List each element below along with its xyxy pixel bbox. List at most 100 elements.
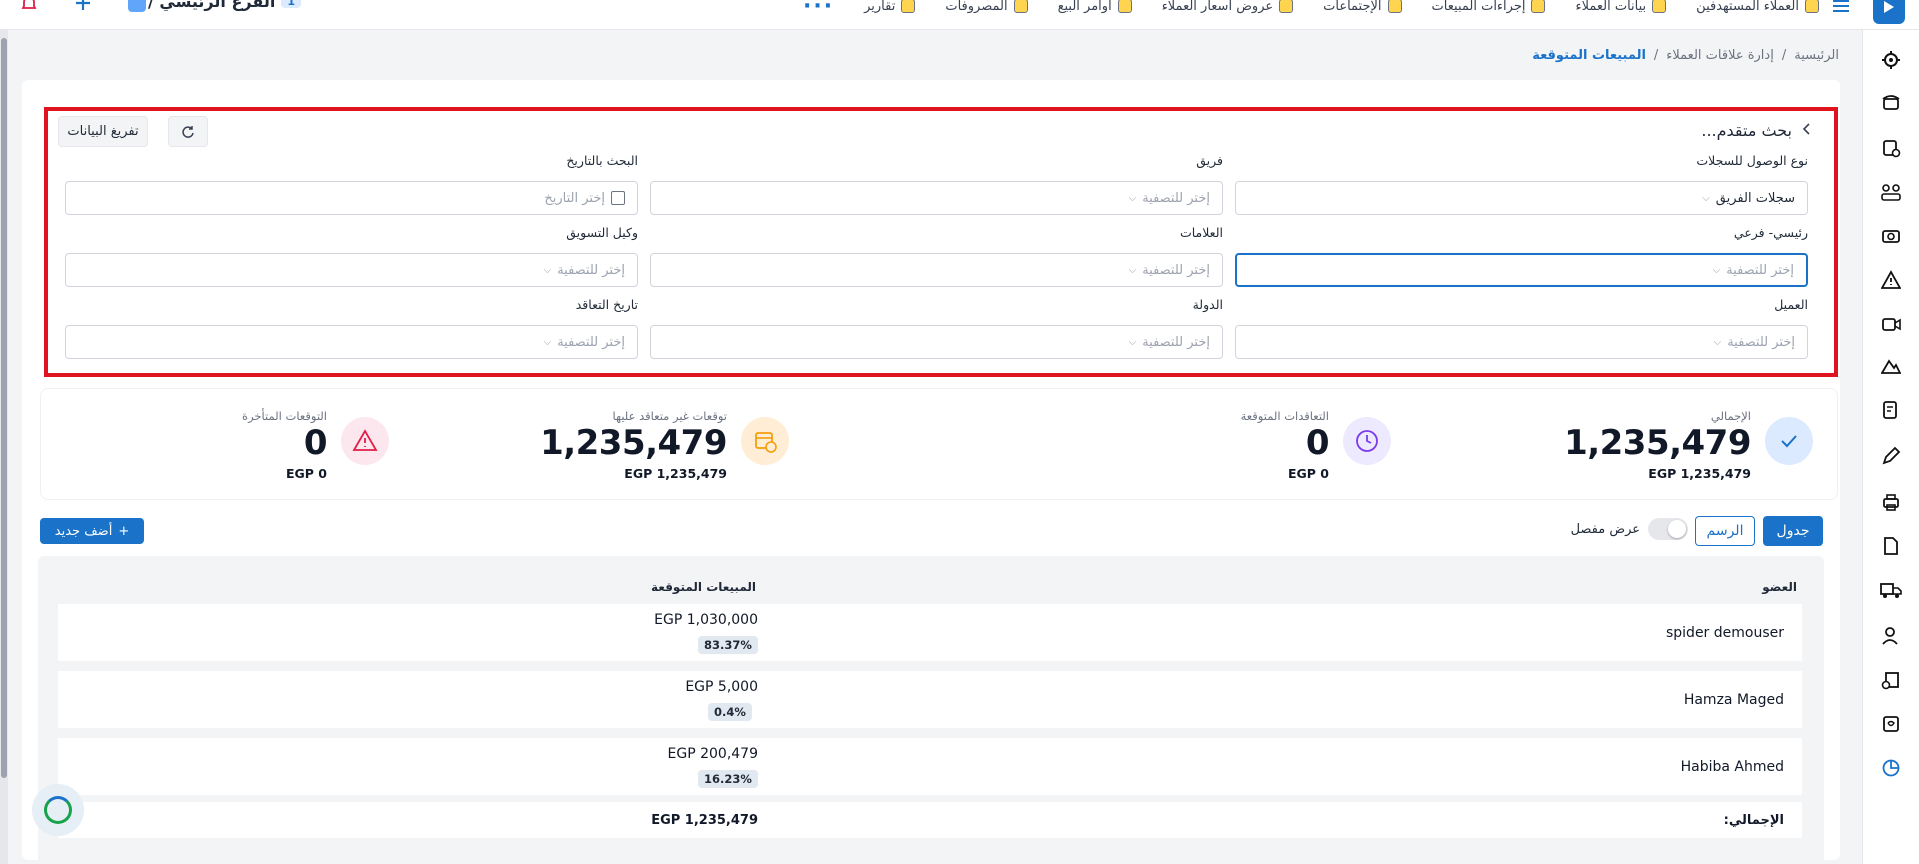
refresh-icon bbox=[182, 125, 194, 138]
truck-icon[interactable] bbox=[1879, 578, 1903, 602]
nav-target-customers[interactable]: العملاء المستهدفين bbox=[1696, 0, 1819, 14]
breadcrumb-separator: / bbox=[1653, 48, 1659, 63]
notification-bell-icon[interactable] bbox=[16, 0, 42, 16]
member-name: Habiba Ahmed bbox=[1680, 758, 1784, 775]
country-select[interactable]: إختر للتصفية ⌵ bbox=[650, 325, 1223, 359]
floating-action-button[interactable] bbox=[32, 784, 84, 836]
file-add-icon[interactable] bbox=[1879, 136, 1903, 160]
nav-meetings[interactable]: الإجتماعات bbox=[1323, 0, 1402, 14]
breadcrumb-current: المبيعات المتوقعة bbox=[1532, 48, 1646, 63]
table-row[interactable]: Habiba Ahmed EGP 200,479 16.23% bbox=[58, 738, 1802, 795]
target-icon[interactable] bbox=[1879, 48, 1903, 72]
sales-order-icon bbox=[1117, 0, 1132, 13]
video-call-icon[interactable] bbox=[1879, 312, 1903, 336]
date-search-label: البحث بالتاريخ bbox=[566, 153, 638, 168]
contract-date-select[interactable]: إختر للتصفية ⌵ bbox=[65, 325, 638, 359]
scrollbar-thumb[interactable] bbox=[1, 38, 7, 778]
breadcrumb-section[interactable]: إدارة علاقات العملاء bbox=[1666, 48, 1774, 63]
table-view-button[interactable]: جدول bbox=[1763, 516, 1823, 546]
customer-select[interactable]: إختر للتصفية ⌵ bbox=[1235, 325, 1808, 359]
toggle-switch[interactable] bbox=[1648, 518, 1688, 540]
marketing-agent-select[interactable]: إختر للتصفية ⌵ bbox=[65, 253, 638, 287]
brand-shield-icon[interactable] bbox=[124, 0, 150, 16]
nav-expenses[interactable]: المصروفات bbox=[945, 0, 1028, 14]
calendar-clock-icon bbox=[741, 417, 789, 465]
reset-filters-button[interactable]: تفريغ البيانات bbox=[58, 116, 148, 147]
member-name: spider demouser bbox=[1665, 624, 1784, 641]
stat-expected-contracts: التعاقدات المتوقعة 0 EGP 0 bbox=[991, 409, 1391, 489]
main-sub-select[interactable]: إختر للتصفية ⌵ bbox=[1235, 253, 1808, 287]
access-type-value: سجلات الفريق bbox=[1715, 190, 1795, 206]
chevron-down-icon: ⌵ bbox=[543, 264, 552, 276]
menu-icon[interactable] bbox=[1831, 0, 1851, 16]
expected-amount: EGP 1,030,000 bbox=[654, 612, 758, 628]
stat-sub: EGP 0 bbox=[1287, 466, 1329, 481]
country-placeholder: إختر للتصفية bbox=[1142, 334, 1210, 350]
app-logo[interactable] bbox=[1873, 0, 1905, 24]
stat-uncontracted: توقعات غير متعاقد عليها 1,235,479 EGP 1,… bbox=[389, 409, 789, 489]
table-row[interactable]: Hamza Maged EGP 5,000 0.4% bbox=[58, 671, 1802, 728]
invoice-icon[interactable] bbox=[1879, 398, 1903, 422]
nav-label: المصروفات bbox=[945, 0, 1008, 14]
printer-add-icon[interactable] bbox=[1879, 668, 1903, 692]
warning-triangle-icon[interactable] bbox=[1879, 268, 1903, 292]
table-row[interactable]: spider demouser EGP 1,030,000 83.37% bbox=[58, 604, 1802, 661]
stat-late: التوقعات المتأخرة 0 EGP 0 bbox=[0, 409, 389, 489]
date-search-input[interactable]: إختر التاريخ bbox=[65, 181, 638, 215]
main-sub-label: رئيسي- فرعي bbox=[1733, 225, 1808, 240]
chevron-down-icon: ⌵ bbox=[1702, 192, 1710, 204]
telephone-icon[interactable] bbox=[1879, 90, 1903, 114]
stat-sub: EGP 1,235,479 bbox=[1648, 466, 1751, 481]
nav-label: عروض أسعار العملاء bbox=[1161, 0, 1274, 14]
add-icon[interactable] bbox=[70, 0, 96, 16]
right-sidebar bbox=[1862, 30, 1919, 864]
quote-icon bbox=[1279, 0, 1294, 13]
chevron-left-icon bbox=[1802, 122, 1812, 139]
camera-icon[interactable] bbox=[1879, 224, 1903, 248]
phone-icon bbox=[1531, 0, 1546, 13]
nav-sales-orders[interactable]: أوامر البيع bbox=[1058, 0, 1132, 14]
branch-selector[interactable]: 1 الفرع الرئيسي / bbox=[148, 0, 301, 11]
column-header-expected-sales: المبيعات المتوقعة bbox=[651, 580, 756, 594]
percentage-badge: 83.37% bbox=[698, 636, 758, 654]
mountain-icon[interactable] bbox=[1879, 354, 1903, 378]
top-navbar: العملاء المستهدفين بيانات العملاء إجراءا… bbox=[0, 0, 1919, 30]
access-type-select[interactable]: سجلات الفريق ⌵ bbox=[1235, 181, 1808, 215]
team-placeholder: إختر للتصفية bbox=[1142, 190, 1210, 206]
more-icon[interactable]: ··· bbox=[803, 0, 834, 19]
detailed-view-toggle[interactable]: عرض مفصل bbox=[1571, 516, 1688, 542]
branch-badge: 1 bbox=[281, 0, 301, 8]
pie-chart-icon[interactable] bbox=[1879, 756, 1903, 780]
clock-icon bbox=[1343, 417, 1391, 465]
calendar-icon bbox=[611, 191, 625, 205]
nav-reports[interactable]: تقارير bbox=[864, 0, 916, 14]
nav-label: تقارير bbox=[864, 0, 896, 14]
nav-customer-data[interactable]: بيانات العملاء bbox=[1575, 0, 1667, 14]
advanced-search-toggle[interactable]: بحث متقدم... bbox=[1701, 121, 1812, 140]
printer-icon[interactable] bbox=[1879, 490, 1903, 514]
expected-amount: EGP 5,000 bbox=[685, 679, 758, 695]
user-money-icon[interactable] bbox=[1879, 624, 1903, 648]
branch-label: الفرع الرئيسي / bbox=[148, 0, 276, 11]
breadcrumb: الرئيسية / إدارة علاقات العملاء / المبيع… bbox=[1532, 48, 1839, 63]
chevron-down-icon: ⌵ bbox=[1712, 264, 1721, 276]
pen-icon[interactable] bbox=[1879, 444, 1903, 468]
team-icon[interactable] bbox=[1879, 180, 1903, 204]
refresh-button[interactable] bbox=[168, 116, 208, 147]
chart-view-button[interactable]: الرسم bbox=[1695, 516, 1755, 546]
document-icon[interactable] bbox=[1879, 534, 1903, 558]
team-select[interactable]: إختر للتصفية ⌵ bbox=[650, 181, 1223, 215]
chevron-down-icon: ⌵ bbox=[1713, 336, 1722, 348]
nav-sales-actions[interactable]: إجراءات المبيعات bbox=[1432, 0, 1546, 14]
add-new-button[interactable]: + أضف جديد bbox=[40, 518, 144, 544]
customer-label: العميل bbox=[1774, 297, 1808, 312]
nav-label: العملاء المستهدفين bbox=[1696, 0, 1799, 14]
toggle-knob bbox=[1668, 520, 1686, 538]
tags-select[interactable]: إختر للتصفية ⌵ bbox=[650, 253, 1223, 287]
tags-label: العلامات bbox=[1179, 225, 1223, 240]
breadcrumb-home[interactable]: الرئيسية bbox=[1794, 48, 1839, 63]
advanced-search-title: بحث متقدم... bbox=[1701, 121, 1792, 140]
country-label: الدولة bbox=[1192, 297, 1223, 312]
wallet-icon[interactable] bbox=[1879, 712, 1903, 736]
nav-quotes[interactable]: عروض أسعار العملاء bbox=[1161, 0, 1294, 14]
